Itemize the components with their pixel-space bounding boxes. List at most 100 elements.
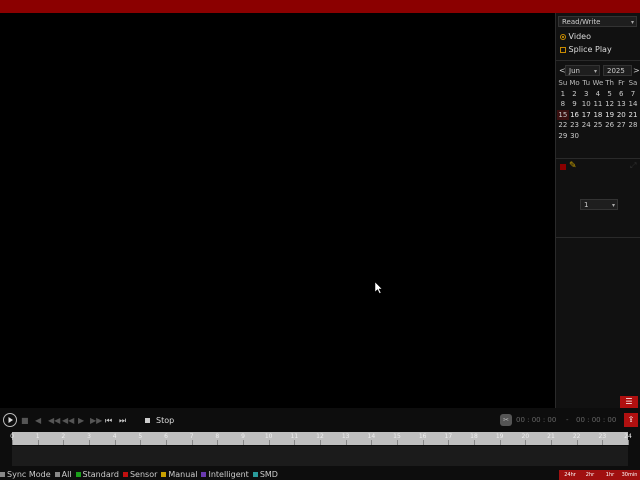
calendar-week: 22 23 24 25 26 27 28: [557, 120, 639, 131]
calendar-header: < Jun ▾ 2025 >: [557, 65, 640, 76]
timeline-hour-label: 17: [444, 433, 453, 440]
calendar-day[interactable]: 12: [604, 99, 616, 110]
standard-swatch: [75, 472, 81, 477]
splice-play-checkbox[interactable]: Splice Play: [560, 44, 612, 55]
calendar-day[interactable]: 7: [627, 89, 639, 100]
file-list-button[interactable]: ☰: [620, 396, 638, 408]
reverse-play-icon[interactable]: ◀: [35, 416, 41, 425]
channel-select[interactable]: 1 ▾: [580, 199, 618, 210]
calendar-day[interactable]: 19: [604, 110, 616, 121]
legend-standard[interactable]: Standard: [75, 470, 119, 479]
calendar-day[interactable]: 25: [592, 120, 604, 131]
zoom-2hr-button[interactable]: 2hr: [579, 470, 601, 480]
weekday-row: Su Mo Tu We Th Fr Sa: [557, 78, 639, 89]
zoom-24hr-button[interactable]: 24hr: [559, 470, 581, 480]
calendar-day[interactable]: 20: [615, 110, 627, 121]
next-month-button[interactable]: >: [633, 65, 640, 76]
rewind-icon[interactable]: ◀◀: [62, 416, 74, 425]
stop-status-icon: [145, 418, 150, 423]
timeline-tick: [320, 440, 321, 445]
calendar-day[interactable]: 13: [615, 99, 627, 110]
timeline-tick: [345, 440, 347, 445]
legend-manual[interactable]: Manual: [161, 470, 197, 479]
timeline-tick: [166, 440, 167, 445]
timeline-hour-label: 9: [241, 433, 245, 440]
timeline-hour-label: 20: [521, 433, 530, 440]
play-icon: [8, 417, 13, 423]
next-frame-icon[interactable]: ⏭: [119, 416, 126, 426]
channel-panel: ✎ ⤢ 1 ▾: [556, 158, 640, 238]
calendar-day[interactable]: 9: [569, 99, 581, 110]
expand-icon[interactable]: ⤢: [630, 161, 636, 171]
calendar-day[interactable]: 1: [557, 89, 569, 100]
record-icon[interactable]: [560, 164, 566, 170]
timeline-hour-label: 6: [164, 433, 168, 440]
timeline-hour-label: 15: [393, 433, 401, 440]
calendar-day[interactable]: [627, 131, 639, 142]
clip-end-time[interactable]: 00 : 00 : 00: [576, 416, 616, 424]
slow-forward-icon[interactable]: ▶: [78, 416, 84, 425]
divider: [556, 60, 640, 61]
calendar-day[interactable]: 21: [627, 110, 639, 121]
calendar-day[interactable]: 29: [557, 131, 569, 142]
sync-mode-label: Sync Mode: [7, 470, 51, 479]
weekday-label: Su: [558, 79, 568, 87]
calendar-day[interactable]: 5: [604, 89, 616, 100]
calendar-day[interactable]: 6: [615, 89, 627, 100]
calendar-day[interactable]: 27: [615, 120, 627, 131]
zoom-30min-button[interactable]: 30min: [619, 470, 640, 480]
legend-smd[interactable]: SMD: [252, 470, 278, 479]
clip-start-time[interactable]: 00 : 00 : 00: [516, 416, 556, 424]
calendar-day[interactable]: [604, 131, 616, 142]
calendar-day-today[interactable]: 15: [557, 109, 569, 121]
zoom-1hr-button[interactable]: 1hr: [599, 470, 621, 480]
video-playback-area[interactable]: [0, 13, 554, 408]
timeline-hour-label: 5: [138, 433, 143, 440]
legend-all[interactable]: All: [54, 470, 72, 479]
calendar-day[interactable]: 22: [557, 120, 569, 131]
month-value: Jun: [569, 67, 580, 75]
month-select[interactable]: Jun ▾: [565, 65, 600, 76]
calendar-day[interactable]: 14: [627, 99, 639, 110]
calendar-day[interactable]: [615, 131, 627, 142]
calendar-day[interactable]: 18: [592, 110, 604, 121]
timeline-tick: [191, 440, 193, 445]
year-value: 2025: [607, 67, 625, 75]
timeline-record-track[interactable]: [12, 446, 628, 466]
calendar-day[interactable]: 4: [592, 89, 604, 100]
clip-icon[interactable]: ✂: [500, 414, 512, 426]
timeline-hour-label: 1: [35, 433, 40, 440]
calendar-day[interactable]: 3: [580, 89, 592, 100]
mode-select-value: Read/Write: [562, 18, 601, 26]
mode-select[interactable]: Read/Write ▾: [558, 16, 637, 27]
export-button[interactable]: ⇪: [624, 413, 638, 427]
calendar-day[interactable]: 30: [569, 131, 581, 142]
stop-icon[interactable]: ■: [21, 416, 29, 425]
play-button[interactable]: [3, 413, 17, 427]
timeline-tick: [602, 440, 604, 445]
pen-icon[interactable]: ✎: [569, 161, 577, 171]
slow-backward-icon[interactable]: ◀◀: [48, 416, 60, 425]
calendar-day[interactable]: 2: [569, 89, 581, 100]
sync-mode-toggle[interactable]: Sync Mode: [0, 470, 51, 479]
calendar-day[interactable]: [580, 131, 592, 142]
calendar-day[interactable]: 24: [580, 120, 592, 131]
calendar-day[interactable]: 17: [580, 110, 592, 121]
video-radio[interactable]: Video: [560, 31, 591, 42]
fast-forward-icon[interactable]: ▶▶: [90, 416, 102, 425]
calendar-day[interactable]: 23: [569, 120, 581, 131]
calendar-day[interactable]: 16: [569, 110, 581, 121]
calendar-day[interactable]: 28: [627, 120, 639, 131]
timeline-hour-label: 10: [264, 433, 273, 440]
year-select[interactable]: 2025: [603, 65, 632, 76]
timeline-tick: [448, 440, 450, 445]
legend-sensor[interactable]: Sensor: [122, 470, 157, 479]
calendar-day[interactable]: 8: [557, 99, 569, 110]
calendar-day[interactable]: [592, 131, 604, 142]
previous-frame-icon[interactable]: ⏮: [105, 416, 112, 426]
calendar-day[interactable]: 26: [604, 120, 616, 131]
timeline-tick: [140, 440, 142, 445]
legend-intelligent[interactable]: Intelligent: [201, 470, 249, 479]
calendar-day[interactable]: 11: [592, 99, 604, 110]
calendar-day[interactable]: 10: [580, 99, 592, 110]
